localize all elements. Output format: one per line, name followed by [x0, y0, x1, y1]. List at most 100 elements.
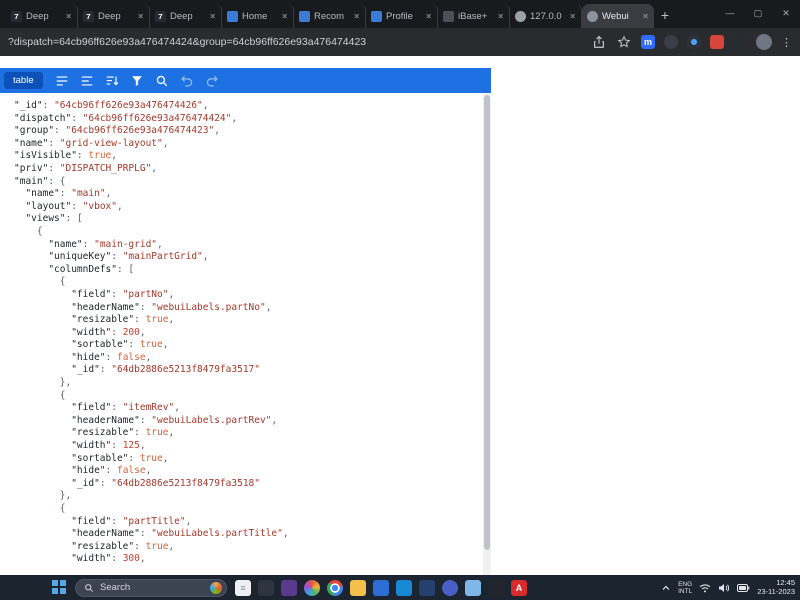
tab-title: Deep [98, 11, 133, 22]
json-line: "width": 125, [14, 440, 483, 453]
json-line: "layout": "vbox", [14, 201, 483, 214]
browser-tab[interactable]: Webui ✕ [582, 4, 654, 28]
scrollbar-thumb[interactable] [484, 95, 490, 550]
minimize-button[interactable]: — [716, 0, 744, 26]
taskbar-clock[interactable]: 12:45 23-11-2023 [757, 579, 795, 596]
search-label: Search [100, 582, 130, 593]
extension-red-icon[interactable] [710, 35, 724, 49]
close-tab-icon[interactable]: ✕ [425, 12, 432, 21]
browser-tab[interactable]: Profile ✕ [366, 4, 438, 28]
app-navy-icon[interactable] [419, 580, 435, 596]
maximize-button[interactable]: ▢ [744, 0, 772, 26]
close-tab-icon[interactable]: ✕ [281, 12, 288, 21]
search-icon[interactable] [151, 71, 174, 90]
windows-start-button[interactable] [52, 580, 67, 595]
scrollbar[interactable] [483, 93, 491, 575]
json-line: "name": "main", [14, 188, 483, 201]
json-line: "name": "main-grid", [14, 239, 483, 252]
acrobat-icon[interactable]: A [511, 580, 527, 596]
browser-tab[interactable]: 7Deep✕ [150, 4, 222, 28]
wifi-icon[interactable] [699, 583, 711, 593]
json-line: "field": "partNo", [14, 289, 483, 302]
browser-tab[interactable]: 127.0.0✕ [510, 4, 582, 28]
close-tab-icon[interactable]: ✕ [497, 12, 504, 21]
seven-favicon-icon: 7 [155, 11, 166, 22]
undo-icon[interactable] [176, 71, 199, 90]
chrome-icon[interactable] [327, 580, 343, 596]
browser-tab[interactable]: Home✕ [222, 4, 294, 28]
browser-tab[interactable]: 7Deep✕ [6, 4, 78, 28]
table-button[interactable]: table [4, 72, 43, 89]
close-tab-icon[interactable]: ✕ [353, 12, 360, 21]
wrap-lines-icon[interactable] [51, 71, 74, 90]
json-line: { [14, 390, 483, 403]
json-view: "_id": "64cb96ff626e93a476474426","dispa… [0, 97, 483, 575]
json-line: }, [14, 490, 483, 503]
desktop: 7Deep✕7Deep✕7Deep✕Home✕Recom✕Profile✕iBa… [0, 0, 800, 600]
app-black-icon[interactable] [488, 580, 504, 596]
json-line: "width": 300, [14, 553, 483, 566]
filter-icon[interactable] [126, 71, 149, 90]
json-line: "field": "partTitle", [14, 516, 483, 529]
json-line: "sortable": true, [14, 339, 483, 352]
language-indicator[interactable]: ENG INTL [678, 581, 692, 595]
extension-dark-circle-icon[interactable] [664, 35, 678, 49]
folder-icon[interactable] [350, 580, 366, 596]
app-light-icon[interactable]: ≡ [235, 580, 251, 596]
menu-kebab-icon[interactable]: ⋮ [781, 36, 792, 49]
battery-icon[interactable] [737, 584, 750, 592]
profile-avatar[interactable] [756, 34, 772, 50]
close-window-button[interactable]: ✕ [772, 0, 800, 26]
volume-icon[interactable] [718, 583, 730, 593]
share-icon[interactable] [591, 34, 607, 50]
taskbar-search[interactable]: Search [75, 579, 227, 597]
redo-icon[interactable] [201, 71, 224, 90]
tab-title: Webui [602, 11, 638, 22]
json-line: "_id": "64db2886e5213f8479fa3518" [14, 478, 483, 491]
window-controls: — ▢ ✕ [716, 0, 800, 26]
taskbar-search-icon [84, 583, 94, 593]
browser-tab[interactable]: iBase+ ✕ [438, 4, 510, 28]
tab-title: iBase+ [458, 11, 493, 22]
extension-black-icon[interactable] [733, 35, 747, 49]
app-dark-icon[interactable] [258, 580, 274, 596]
language-line1: ENG [678, 581, 692, 588]
tabs: 7Deep✕7Deep✕7Deep✕Home✕Recom✕Profile✕iBa… [6, 0, 654, 28]
close-tab-icon[interactable]: ✕ [65, 12, 72, 21]
json-line: { [14, 226, 483, 239]
align-lines-icon[interactable] [76, 71, 99, 90]
close-tab-icon[interactable]: ✕ [642, 12, 649, 21]
extension-blue-dot-icon[interactable] [687, 35, 701, 49]
taskbar-apps: ≡A [235, 580, 527, 596]
vscode-icon[interactable] [396, 580, 412, 596]
app-purple-icon[interactable] [281, 580, 297, 596]
json-line: "headerName": "webuiLabels.partNo", [14, 302, 483, 315]
json-line: { [14, 276, 483, 289]
blue-favicon-icon [299, 11, 310, 22]
json-line: "resizable": true, [14, 541, 483, 554]
close-tab-icon[interactable]: ✕ [209, 12, 216, 21]
app-skyblue-icon[interactable] [465, 580, 481, 596]
sort-icon[interactable] [101, 71, 124, 90]
json-line: "_id": "64cb96ff626e93a476474426", [14, 100, 483, 113]
bookmark-star-icon[interactable] [616, 34, 632, 50]
new-tab-button[interactable]: + [654, 4, 676, 26]
photos-multicolor-icon[interactable] [304, 580, 320, 596]
json-line: "headerName": "webuiLabels.partRev", [14, 415, 483, 428]
taskbar: Search ≡A ENG INTL 12:45 23-11-202 [0, 575, 800, 600]
browser-tab[interactable]: 7Deep✕ [78, 4, 150, 28]
tab-title: Profile [386, 11, 421, 22]
app-blue-icon[interactable] [373, 580, 389, 596]
tab-strip: 7Deep✕7Deep✕7Deep✕Home✕Recom✕Profile✕iBa… [0, 0, 800, 28]
tray-expand-chevron-icon[interactable] [661, 584, 671, 592]
json-line: { [14, 503, 483, 516]
extension-m-icon[interactable]: m [641, 35, 655, 49]
close-tab-icon[interactable]: ✕ [569, 12, 576, 21]
json-line: "dispatch": "64cb96ff626e93a476474424", [14, 113, 483, 126]
blue-favicon-icon [227, 11, 238, 22]
json-line: "group": "64cb96ff626e93a476474423", [14, 125, 483, 138]
teams-icon[interactable] [442, 580, 458, 596]
browser-tab[interactable]: Recom✕ [294, 4, 366, 28]
url-text[interactable]: ?dispatch=64cb96ff626e93a476474424&group… [8, 36, 581, 48]
close-tab-icon[interactable]: ✕ [137, 12, 144, 21]
